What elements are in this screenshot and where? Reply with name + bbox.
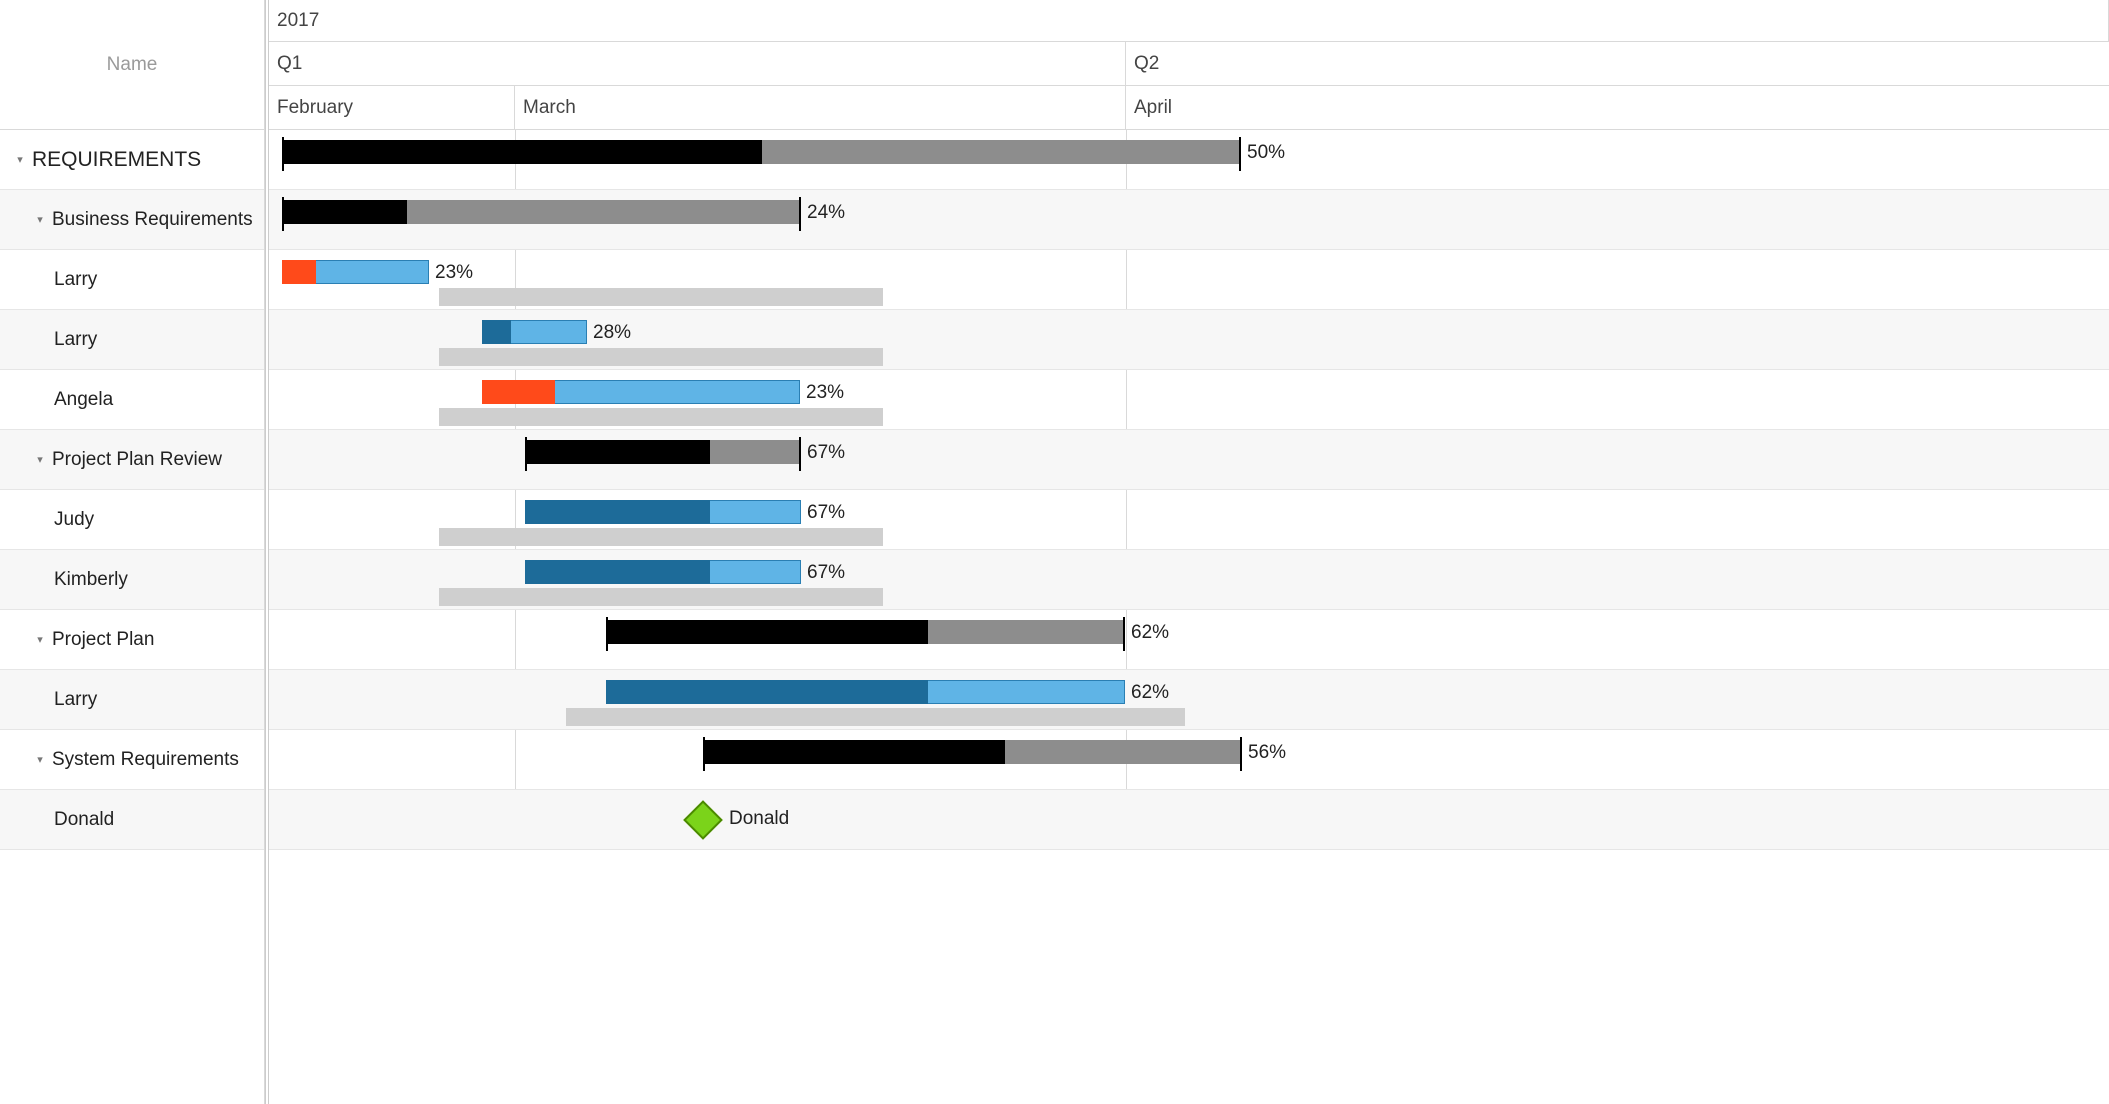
baseline-bar bbox=[439, 408, 883, 426]
progress-label: 67% bbox=[807, 502, 845, 524]
timeline-month: April bbox=[1126, 86, 2109, 130]
task-name-cell: Judy bbox=[0, 490, 264, 550]
task-bar[interactable]: 28% bbox=[482, 320, 587, 344]
timeline-header: 2017 Q1Q2 FebruaryMarchApril bbox=[269, 0, 2109, 130]
progress-label: 67% bbox=[807, 442, 845, 464]
milestone-diamond-icon[interactable] bbox=[683, 800, 723, 840]
task-name-cell[interactable]: ▾ Project Plan bbox=[0, 610, 264, 670]
expand-caret-icon[interactable]: ▾ bbox=[14, 153, 26, 166]
task-name-label: Project Plan bbox=[52, 629, 154, 651]
task-row: Donald bbox=[269, 790, 2109, 850]
task-row: 62% bbox=[269, 670, 2109, 730]
bar-progress bbox=[525, 560, 710, 584]
bar-progress bbox=[606, 680, 928, 704]
task-name-cell: Donald bbox=[0, 790, 264, 850]
task-name-cell[interactable]: ▾ Project Plan Review bbox=[0, 430, 264, 490]
task-bar[interactable]: 67% bbox=[525, 560, 801, 584]
task-name-cell: Larry bbox=[0, 670, 264, 730]
task-name-label: Project Plan Review bbox=[52, 449, 222, 471]
task-row: 23% bbox=[269, 250, 2109, 310]
task-bar[interactable]: 23% bbox=[482, 380, 800, 404]
name-column-header: Name bbox=[0, 0, 264, 130]
expand-caret-icon[interactable]: ▾ bbox=[34, 633, 46, 646]
bar-progress bbox=[282, 200, 407, 224]
timeline-panel[interactable]: 2017 Q1Q2 FebruaryMarchApril 50% 24% 23% 28… bbox=[265, 0, 2109, 1104]
task-name-label: Business Requirements bbox=[52, 209, 253, 231]
task-bar[interactable]: 62% bbox=[606, 680, 1125, 704]
progress-label: 23% bbox=[806, 382, 844, 404]
task-name-label: Larry bbox=[54, 689, 97, 711]
task-name-label: System Requirements bbox=[52, 749, 239, 771]
task-row: 50% bbox=[269, 130, 2109, 190]
timeline-year: 2017 bbox=[269, 0, 2109, 41]
timeline-month-row: FebruaryMarchApril bbox=[269, 86, 2109, 130]
bar-progress bbox=[482, 380, 555, 404]
bar-progress bbox=[482, 320, 511, 344]
task-row: 67% bbox=[269, 430, 2109, 490]
task-name-cell: Larry bbox=[0, 310, 264, 370]
task-name-label: Angela bbox=[54, 389, 113, 411]
task-name-label: Judy bbox=[54, 509, 94, 531]
progress-label: 62% bbox=[1131, 682, 1169, 704]
gantt-chart: Name ▾ REQUIREMENTS ▾ Business Requirements… bbox=[0, 0, 2109, 1104]
task-name-label: Larry bbox=[54, 329, 97, 351]
timeline-body[interactable]: 50% 24% 23% 28% 23% 67% 67% 67% 62% 62% 56% Donald bbox=[269, 130, 2109, 850]
timeline-quarter: Q2 bbox=[1126, 42, 2109, 85]
task-name-cell: Angela bbox=[0, 370, 264, 430]
task-bar[interactable]: 23% bbox=[282, 260, 429, 284]
progress-label: 67% bbox=[807, 562, 845, 584]
timeline-month: March bbox=[515, 86, 1126, 130]
task-name-label: Donald bbox=[54, 809, 114, 831]
task-name-label: Kimberly bbox=[54, 569, 128, 591]
timeline-year-row: 2017 bbox=[269, 0, 2109, 42]
summary-bar[interactable]: 62% bbox=[606, 620, 1125, 644]
bar-progress bbox=[606, 620, 928, 644]
task-name-cell[interactable]: ▾ Business Requirements bbox=[0, 190, 264, 250]
progress-label: 24% bbox=[807, 202, 845, 224]
bar-progress bbox=[703, 740, 1005, 764]
milestone-label: Donald bbox=[729, 808, 789, 830]
task-name-cell[interactable]: ▾ System Requirements bbox=[0, 730, 264, 790]
progress-label: 23% bbox=[435, 262, 473, 284]
task-row: 62% bbox=[269, 610, 2109, 670]
bar-progress bbox=[282, 140, 762, 164]
baseline-bar bbox=[566, 708, 1185, 726]
expand-caret-icon[interactable]: ▾ bbox=[34, 753, 46, 766]
name-column-label: Name bbox=[107, 54, 158, 76]
summary-bar[interactable]: 56% bbox=[703, 740, 1242, 764]
task-row: 28% bbox=[269, 310, 2109, 370]
task-row: 67% bbox=[269, 490, 2109, 550]
task-name-column: Name ▾ REQUIREMENTS ▾ Business Requirements… bbox=[0, 0, 265, 1104]
progress-label: 62% bbox=[1131, 622, 1169, 644]
task-name-label: Larry bbox=[54, 269, 97, 291]
timeline-quarter-row: Q1Q2 bbox=[269, 42, 2109, 86]
task-name-cell: Kimberly bbox=[0, 550, 264, 610]
bar-progress bbox=[282, 260, 316, 284]
summary-bar[interactable]: 67% bbox=[525, 440, 801, 464]
task-row: 23% bbox=[269, 370, 2109, 430]
task-name-cell: Larry bbox=[0, 250, 264, 310]
expand-caret-icon[interactable]: ▾ bbox=[34, 213, 46, 226]
task-row: 24% bbox=[269, 190, 2109, 250]
progress-label: 56% bbox=[1248, 742, 1286, 764]
baseline-bar bbox=[439, 348, 883, 366]
timeline-month: February bbox=[269, 86, 515, 130]
task-name-label: REQUIREMENTS bbox=[32, 148, 201, 172]
baseline-bar bbox=[439, 528, 883, 546]
task-bar[interactable]: 67% bbox=[525, 500, 801, 524]
expand-caret-icon[interactable]: ▾ bbox=[34, 453, 46, 466]
baseline-bar bbox=[439, 288, 883, 306]
bar-progress bbox=[525, 500, 710, 524]
task-row: 67% bbox=[269, 550, 2109, 610]
summary-bar[interactable]: 24% bbox=[282, 200, 801, 224]
task-row: 56% bbox=[269, 730, 2109, 790]
bar-progress bbox=[525, 440, 710, 464]
progress-label: 28% bbox=[593, 322, 631, 344]
progress-label: 50% bbox=[1247, 142, 1285, 164]
task-name-cell[interactable]: ▾ REQUIREMENTS bbox=[0, 130, 264, 190]
timeline-quarter: Q1 bbox=[269, 42, 1126, 85]
summary-bar[interactable]: 50% bbox=[282, 140, 1241, 164]
baseline-bar bbox=[439, 588, 883, 606]
